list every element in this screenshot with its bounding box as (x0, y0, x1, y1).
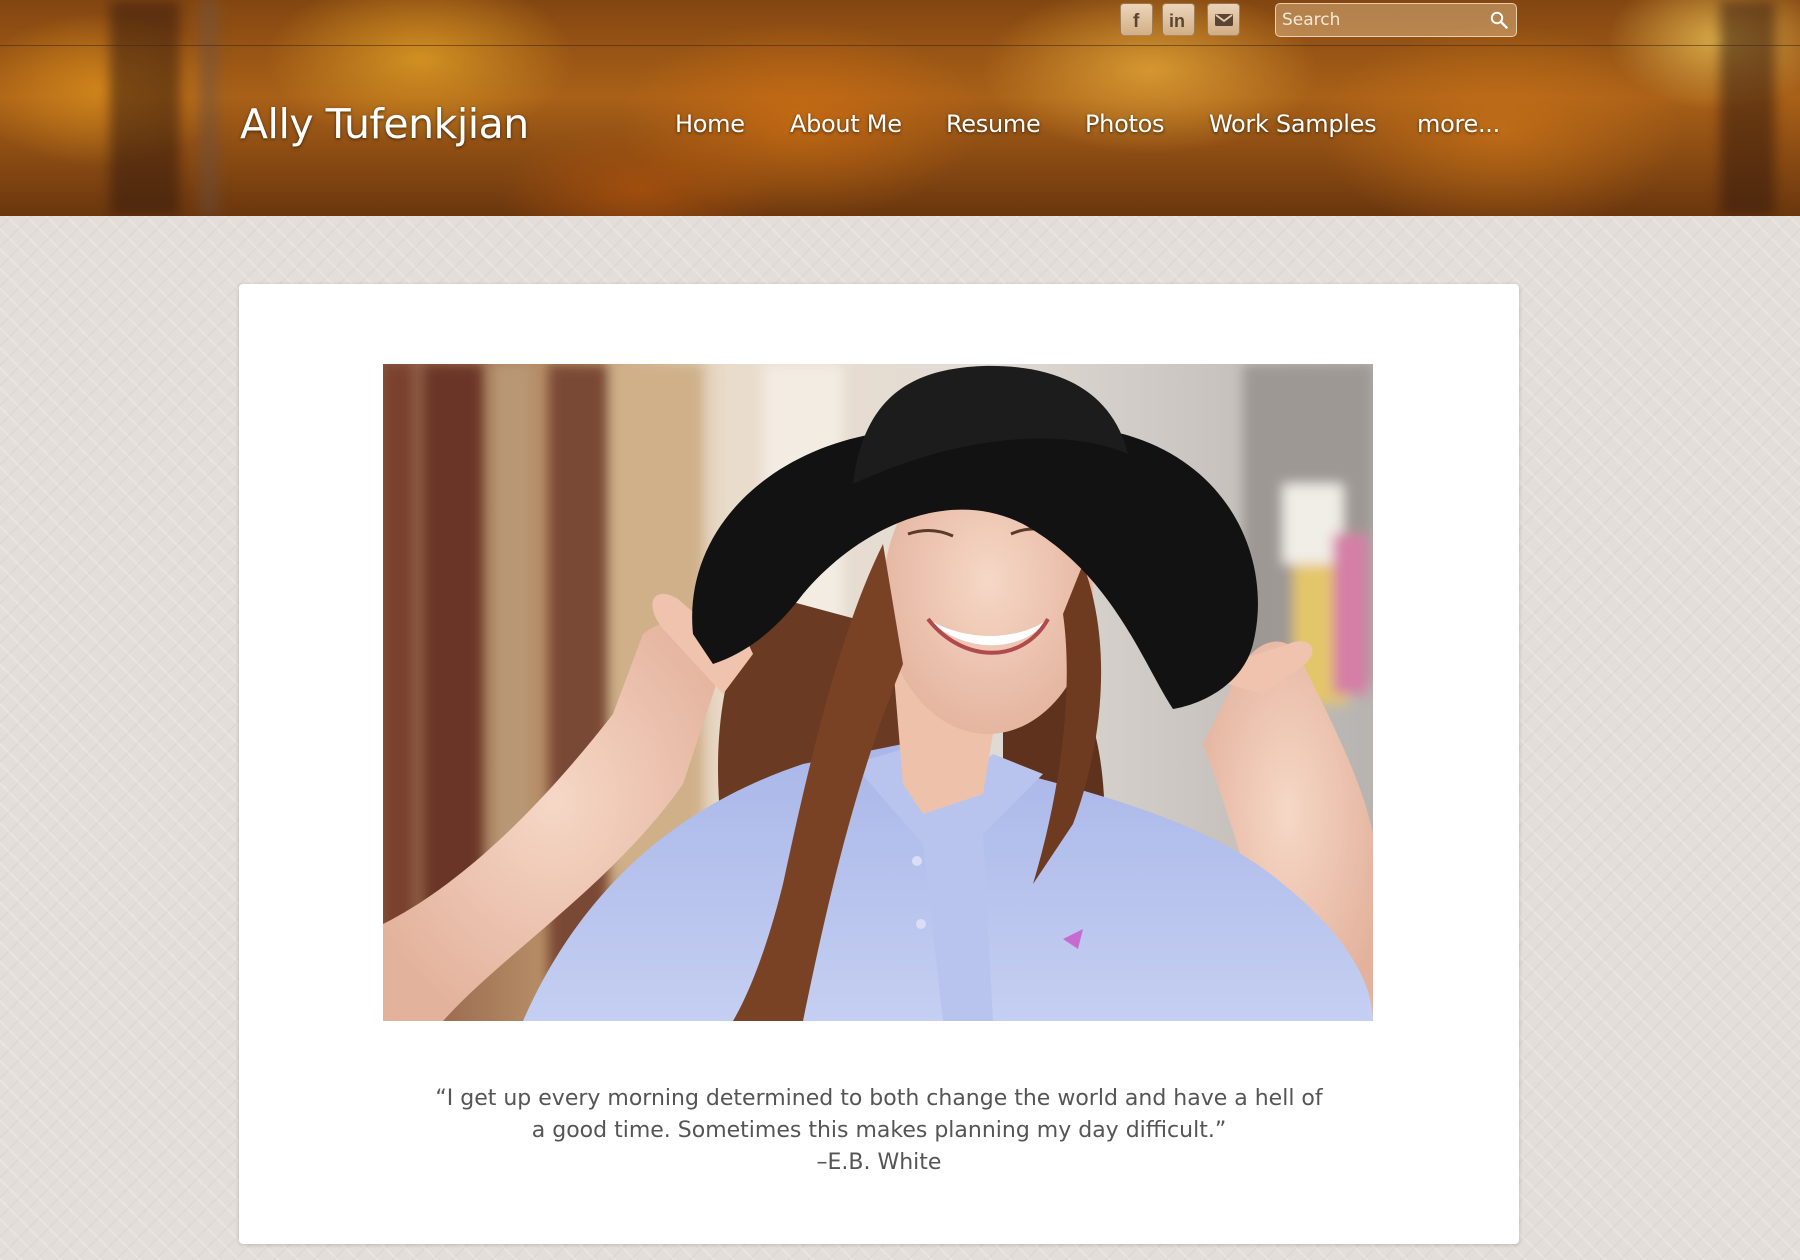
quote-line-1: “I get up every morning determined to bo… (435, 1086, 1323, 1111)
quote-line-2: a good time. Sometimes this makes planni… (531, 1118, 1227, 1143)
svg-text:in: in (1169, 11, 1185, 31)
search-box (1275, 3, 1517, 37)
site-title[interactable]: Ally Tufenkjian (240, 100, 529, 148)
quote-author: –E.B. White (816, 1150, 942, 1175)
search-input[interactable] (1276, 4, 1476, 36)
facebook-icon[interactable]: f (1120, 3, 1153, 36)
linkedin-icon[interactable]: in (1162, 3, 1195, 36)
nav-resume[interactable]: Resume (946, 110, 1041, 138)
nav-home[interactable]: Home (675, 110, 745, 138)
nav-photos[interactable]: Photos (1085, 110, 1164, 138)
svg-text:f: f (1133, 11, 1140, 31)
email-icon[interactable] (1207, 3, 1240, 36)
nav-work-samples[interactable]: Work Samples (1209, 110, 1377, 138)
hero-photo (383, 364, 1373, 1021)
quote-block: “I get up every morning determined to bo… (239, 1083, 1519, 1179)
nav-more[interactable]: more... (1417, 110, 1500, 138)
topbar-divider (0, 45, 1800, 46)
content-card: “I get up every morning determined to bo… (239, 284, 1519, 1244)
nav-about-me[interactable]: About Me (790, 110, 902, 138)
search-icon[interactable] (1490, 11, 1508, 33)
